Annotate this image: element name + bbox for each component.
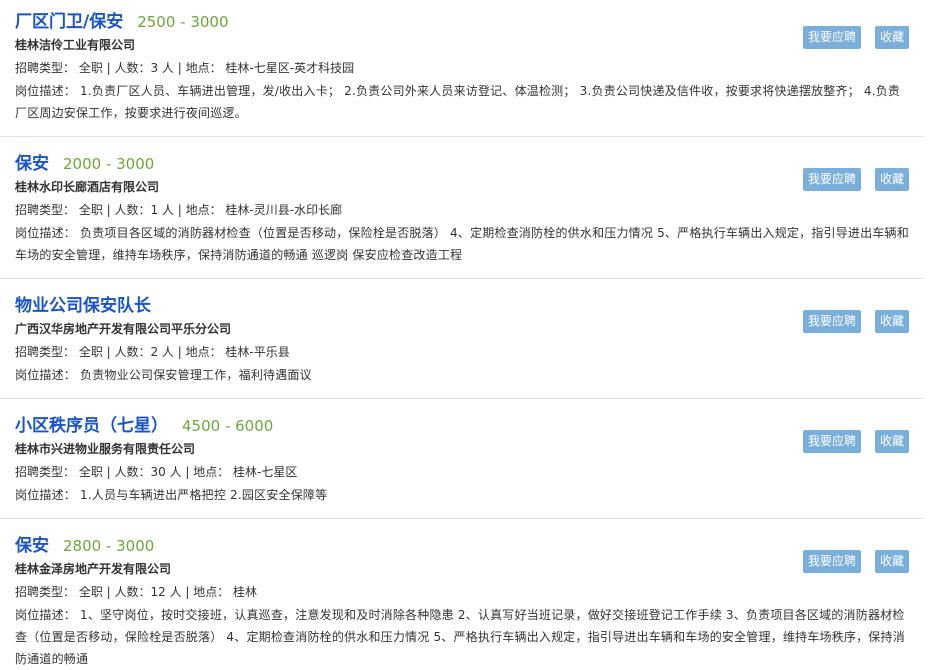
job-card: 保安 2000 - 3000 桂林水印长廊酒店有限公司 招聘类型： 全职 | 人数… — [0, 142, 924, 279]
favorite-button[interactable]: 收藏 — [875, 26, 909, 49]
favorite-button[interactable]: 收藏 — [875, 168, 909, 191]
job-salary: 2000 - 3000 — [63, 155, 155, 173]
company-name-link[interactable]: 广西汉华房地产开发有限公司平乐分公司 — [15, 320, 231, 337]
job-list: 厂区门卫/保安 2500 - 3000 桂林洁伶工业有限公司 招聘类型： 全职 |… — [0, 0, 932, 670]
job-description: 岗位描述： 1.负责厂区人员、车辆进出管理，发/收出入卡； 2.负责公司外来人员… — [15, 84, 901, 120]
company-name-link[interactable]: 桂林水印长廊酒店有限公司 — [15, 178, 159, 195]
job-title-link[interactable]: 保安 — [15, 536, 49, 556]
job-title-link[interactable]: 厂区门卫/保安 — [15, 12, 123, 32]
job-header: 物业公司保安队长 — [15, 294, 165, 318]
job-description: 岗位描述： 负责物业公司保安管理工作，福利待遇面议 — [15, 368, 312, 382]
job-header: 厂区门卫/保安 2500 - 3000 — [15, 10, 229, 34]
apply-button[interactable]: 我要应聘 — [803, 550, 861, 573]
job-salary: 2500 - 3000 — [137, 13, 229, 31]
job-description: 岗位描述： 负责项目各区域的消防器材检查（位置是否移动，保险栓是否脱落） 4、定… — [15, 226, 909, 262]
job-card: 小区秩序员（七星） 4500 - 6000 桂林市兴进物业服务有限责任公司 招聘类… — [0, 404, 924, 519]
job-description: 岗位描述： 1、坚守岗位，按时交接班，认真巡查，注意发现和及时消除各种隐患 2、… — [15, 608, 905, 666]
job-header: 保安 2800 - 3000 — [15, 534, 154, 558]
job-card: 保安 2800 - 3000 桂林金泽房地产开发有限公司 招聘类型： 全职 | 人… — [0, 524, 924, 670]
job-card: 物业公司保安队长 广西汉华房地产开发有限公司平乐分公司 招聘类型： 全职 | 人… — [0, 284, 924, 399]
apply-button[interactable]: 我要应聘 — [803, 26, 861, 49]
job-header: 小区秩序员（七星） 4500 - 6000 — [15, 414, 273, 438]
job-title-link[interactable]: 物业公司保安队长 — [15, 296, 151, 316]
job-title-link[interactable]: 保安 — [15, 154, 49, 174]
job-salary: 2800 - 3000 — [63, 537, 155, 555]
favorite-button[interactable]: 收藏 — [875, 430, 909, 453]
job-description: 岗位描述： 1.人员与车辆进出严格把控 2.园区安全保障等 — [15, 488, 328, 502]
apply-button[interactable]: 我要应聘 — [803, 430, 861, 453]
company-name-link[interactable]: 桂林洁伶工业有限公司 — [15, 36, 135, 53]
job-meta: 招聘类型： 全职 | 人数：2 人 | 地点： 桂林-平乐县 — [15, 345, 290, 359]
job-meta: 招聘类型： 全职 | 人数：1 人 | 地点： 桂林-灵川县-水印长廊 — [15, 203, 343, 217]
job-title-link[interactable]: 小区秩序员（七星） — [15, 416, 168, 436]
apply-button[interactable]: 我要应聘 — [803, 310, 861, 333]
job-card: 厂区门卫/保安 2500 - 3000 桂林洁伶工业有限公司 招聘类型： 全职 |… — [0, 0, 924, 137]
job-meta: 招聘类型： 全职 | 人数：30 人 | 地点： 桂林-七星区 — [15, 465, 298, 479]
company-name-link[interactable]: 桂林金泽房地产开发有限公司 — [15, 560, 171, 577]
job-header: 保安 2000 - 3000 — [15, 152, 154, 176]
favorite-button[interactable]: 收藏 — [875, 550, 909, 573]
apply-button[interactable]: 我要应聘 — [803, 168, 861, 191]
job-meta: 招聘类型： 全职 | 人数：12 人 | 地点： 桂林 — [15, 585, 258, 599]
company-name-link[interactable]: 桂林市兴进物业服务有限责任公司 — [15, 440, 195, 457]
job-salary: 4500 - 6000 — [182, 417, 274, 435]
job-meta: 招聘类型： 全职 | 人数：3 人 | 地点： 桂林-七星区-英才科技园 — [15, 61, 355, 75]
favorite-button[interactable]: 收藏 — [875, 310, 909, 333]
